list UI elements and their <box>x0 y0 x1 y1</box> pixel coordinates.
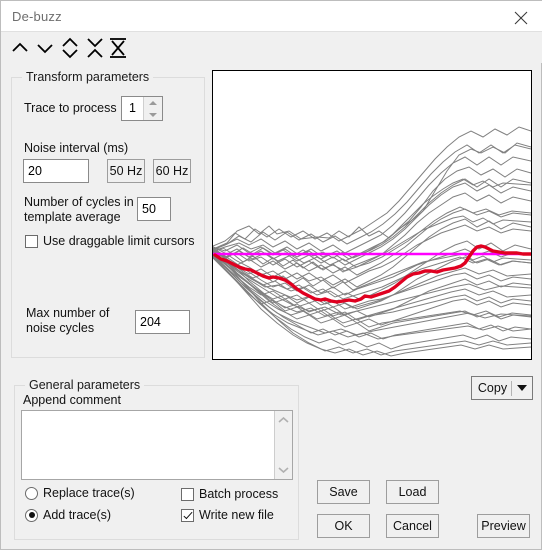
50hz-button[interactable]: 50 Hz <box>107 159 145 183</box>
trace-to-process-label: Trace to process <box>24 101 117 115</box>
preview-button[interactable]: Preview <box>477 514 530 538</box>
debuzz-dialog: De-buzz Transform parameters Trace to pr… <box>0 0 542 550</box>
replace-traces-radio-box[interactable] <box>25 486 38 500</box>
write-new-file-box[interactable] <box>181 508 194 522</box>
add-traces-radio-box[interactable] <box>25 508 38 522</box>
collapse-vertical-icon[interactable] <box>84 37 106 59</box>
noise-interval-label: Noise interval (ms) <box>24 141 129 155</box>
add-traces-label: Add trace(s) <box>43 508 112 522</box>
copy-button-label[interactable]: Copy <box>472 381 511 395</box>
max-noise-cycles-input[interactable]: 204 <box>135 310 190 334</box>
cycles-template-label: Number of cycles in template average <box>24 195 134 224</box>
cycles-template-input[interactable]: 50 <box>137 197 171 221</box>
expand-vertical-icon[interactable] <box>59 37 81 59</box>
general-group-title: General parameters <box>25 378 145 392</box>
stepper-arrows <box>143 97 162 120</box>
batch-process-box[interactable] <box>181 487 194 501</box>
add-traces-radio[interactable]: Add trace(s) <box>25 508 111 522</box>
noise-interval-input[interactable]: 20 <box>23 159 89 183</box>
trace-preview-plot[interactable] <box>212 70 532 360</box>
append-comment-field[interactable] <box>21 410 293 480</box>
ok-button[interactable]: OK <box>317 514 370 538</box>
scroll-up-icon[interactable] <box>275 412 292 429</box>
write-new-file-checkbox[interactable]: Write new file <box>181 508 274 522</box>
replace-traces-label: Replace trace(s) <box>43 486 135 500</box>
move-down-icon[interactable] <box>34 37 56 59</box>
title-bar: De-buzz <box>1 1 542 32</box>
batch-process-label: Batch process <box>199 487 279 501</box>
transform-group-title: Transform parameters <box>22 70 154 84</box>
load-button[interactable]: Load <box>386 480 439 504</box>
batch-process-checkbox[interactable]: Batch process <box>181 487 278 501</box>
close-button[interactable] <box>499 1 542 31</box>
60hz-button[interactable]: 60 Hz <box>153 159 191 183</box>
cancel-button[interactable]: Cancel <box>386 514 439 538</box>
stepper-up-icon[interactable] <box>144 97 162 108</box>
write-new-file-label: Write new file <box>199 508 274 522</box>
use-draggable-cursors-checkbox[interactable]: Use draggable limit cursors <box>25 234 194 248</box>
chevron-down-icon[interactable] <box>512 385 532 391</box>
max-noise-cycles-label: Max number of noise cycles <box>26 306 110 335</box>
close-icon <box>514 11 528 25</box>
trace-to-process-value[interactable]: 1 <box>122 97 143 120</box>
draggable-cursors-label: Use draggable limit cursors <box>43 234 195 248</box>
raw-traces <box>213 126 531 357</box>
save-button[interactable]: Save <box>317 480 370 504</box>
comment-scrollbar[interactable] <box>274 411 292 479</box>
append-comment-label: Append comment <box>23 393 121 407</box>
scroll-down-icon[interactable] <box>275 461 292 478</box>
move-up-icon[interactable] <box>9 37 31 59</box>
plot-svg <box>213 126 531 357</box>
draggable-cursors-box[interactable] <box>25 234 38 248</box>
copy-split-button[interactable]: Copy <box>471 376 533 400</box>
toolbar <box>1 32 542 63</box>
fit-vertical-icon[interactable] <box>107 37 129 59</box>
stepper-down-icon[interactable] <box>144 109 162 120</box>
append-comment-input[interactable] <box>22 411 274 479</box>
window-title: De-buzz <box>12 9 62 24</box>
trace-to-process-stepper[interactable]: 1 <box>121 96 163 121</box>
replace-traces-radio[interactable]: Replace trace(s) <box>25 486 135 500</box>
